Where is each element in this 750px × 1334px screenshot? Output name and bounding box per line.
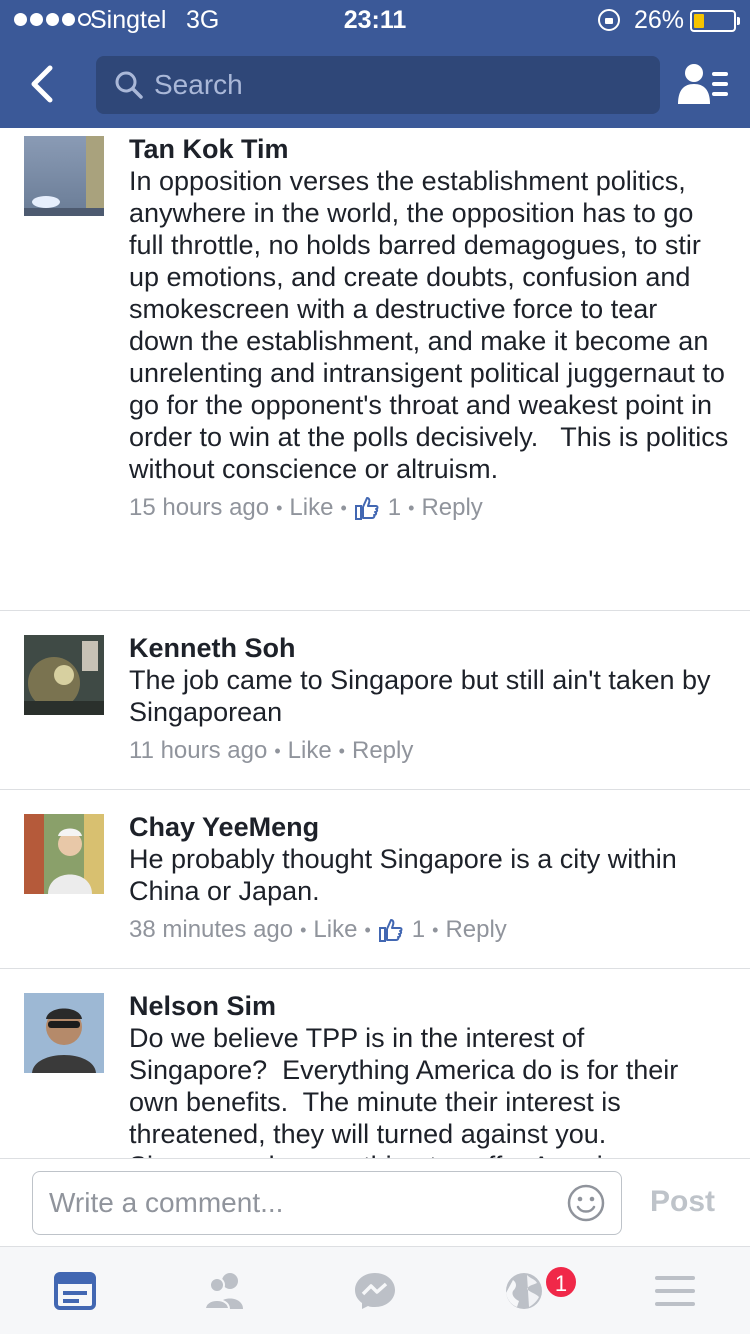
tab-news-feed[interactable] — [53, 1271, 97, 1311]
like-count[interactable]: 1 — [412, 915, 425, 945]
comment-text: He probably thought Singapore is a city … — [129, 844, 685, 906]
top-bar: Singtel 3G 23:11 26% — [0, 0, 750, 128]
comment-input[interactable] — [49, 1172, 559, 1234]
comment-timestamp: 38 minutes ago — [129, 916, 294, 943]
thumbs-up-icon — [354, 497, 379, 520]
tab-friend-requests[interactable] — [203, 1271, 247, 1311]
avatar[interactable] — [24, 635, 104, 715]
comment-field[interactable] — [32, 1171, 622, 1235]
like-link[interactable]: Like — [289, 493, 333, 523]
comment-timestamp: 15 hours ago — [129, 494, 270, 521]
comment: Nelson Sim Do we believe TPP is in the i… — [0, 969, 750, 1158]
menu-icon — [655, 1276, 695, 1306]
avatar[interactable] — [24, 814, 104, 894]
like-link[interactable]: Like — [313, 915, 357, 945]
commenter-name[interactable]: Tan Kok Tim — [129, 133, 729, 165]
notification-badge: 1 — [544, 1265, 578, 1299]
messenger-icon — [355, 1273, 395, 1309]
search-bar[interactable] — [96, 56, 660, 114]
thumbs-up-icon — [378, 919, 403, 942]
comment-timestamp: 11 hours ago — [129, 737, 268, 764]
comment-meta: 38 minutes ago • Like • 1 • Reply — [129, 915, 507, 945]
comment-composer: Post — [0, 1158, 750, 1246]
battery-fill — [694, 14, 704, 28]
back-button[interactable] — [22, 62, 66, 106]
battery-percentage: 26% — [634, 6, 685, 34]
chevron-left-icon — [31, 65, 53, 103]
tab-more[interactable] — [653, 1271, 697, 1311]
status-bar: Singtel 3G 23:11 26% — [0, 0, 750, 40]
commenter-name[interactable]: Kenneth Soh — [129, 632, 729, 664]
comment: Kenneth Soh The job came to Singapore bu… — [0, 611, 750, 790]
tab-messenger[interactable] — [353, 1271, 397, 1311]
post-button[interactable]: Post — [650, 1185, 715, 1219]
comment-text: In opposition verses the establishment p… — [129, 166, 736, 484]
comment-text: Do we believe TPP is in the interest of … — [129, 1023, 679, 1158]
friend-list-icon — [678, 64, 728, 104]
news-feed-icon — [54, 1272, 96, 1310]
tab-bar: 1 — [0, 1246, 750, 1334]
commenter-name[interactable]: Chay YeeMeng — [129, 811, 729, 843]
like-count[interactable]: 1 — [388, 493, 401, 523]
commenter-name[interactable]: Nelson Sim — [129, 990, 729, 1022]
friends-button[interactable] — [678, 62, 730, 106]
globe-icon — [506, 1273, 542, 1309]
battery-icon — [690, 10, 740, 32]
friend-requests-icon — [203, 1273, 243, 1310]
comment-meta: 11 hours ago • Like • Reply — [129, 736, 414, 766]
avatar[interactable] — [24, 136, 104, 216]
comment-text: The job came to Singapore but still ain'… — [129, 665, 719, 727]
comment: Tan Kok Tim In opposition verses the est… — [0, 128, 750, 611]
rotation-lock-icon — [598, 9, 620, 31]
tab-notifications[interactable] — [503, 1271, 547, 1311]
emoji-icon[interactable] — [567, 1184, 605, 1222]
reply-link[interactable]: Reply — [352, 736, 413, 766]
search-icon — [115, 71, 143, 99]
comment-meta: 15 hours ago • Like • 1 • Reply — [129, 493, 483, 523]
avatar[interactable] — [24, 993, 104, 1073]
comment: Chay YeeMeng He probably thought Singapo… — [0, 790, 750, 969]
comments-list[interactable]: Tan Kok Tim In opposition verses the est… — [0, 128, 750, 1158]
search-input[interactable] — [154, 56, 644, 114]
reply-link[interactable]: Reply — [445, 915, 506, 945]
reply-link[interactable]: Reply — [421, 493, 482, 523]
like-link[interactable]: Like — [288, 736, 332, 766]
